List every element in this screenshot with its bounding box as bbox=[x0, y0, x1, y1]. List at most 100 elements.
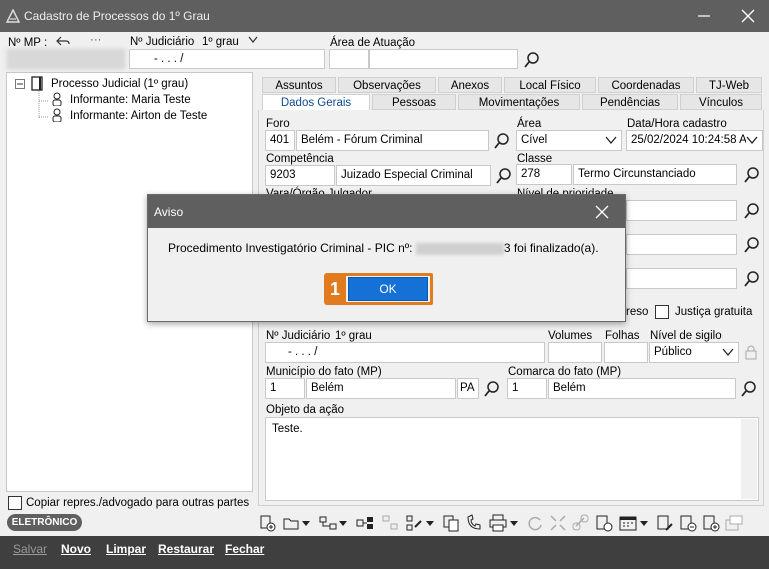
competencia-name-input[interactable]: Juizado Especial Criminal bbox=[336, 165, 491, 186]
document-settings-icon[interactable] bbox=[595, 514, 613, 532]
tab-local-fisico[interactable]: Local Físico bbox=[504, 77, 596, 93]
grau-label: 1º grau bbox=[202, 36, 239, 48]
area-value: Cível bbox=[521, 134, 548, 146]
classe-code-input[interactable]: 278 bbox=[516, 164, 572, 185]
datahora-picker[interactable]: 25/02/2024 10:24:58 AM bbox=[626, 130, 763, 151]
search-icon[interactable] bbox=[493, 132, 511, 150]
app-logo-icon bbox=[6, 9, 20, 23]
folhas-input[interactable] bbox=[604, 342, 648, 363]
tab-coordenadas[interactable]: Coordenadas bbox=[598, 77, 694, 93]
print-icon[interactable] bbox=[489, 514, 507, 532]
classe-name-input[interactable]: Termo Circunstanciado bbox=[573, 164, 737, 185]
area-atuacao-name[interactable] bbox=[369, 49, 518, 69]
mp-number-input[interactable] bbox=[7, 49, 125, 69]
search-icon[interactable] bbox=[483, 380, 501, 398]
search-icon[interactable] bbox=[740, 380, 758, 398]
refresh-icon[interactable] bbox=[526, 514, 544, 532]
tab-vinculos[interactable]: Vínculos bbox=[680, 94, 762, 110]
chevron-down-icon[interactable] bbox=[302, 521, 310, 527]
copy-repres-checkbox[interactable] bbox=[8, 496, 22, 510]
folder-icon[interactable] bbox=[282, 514, 300, 532]
search-icon[interactable] bbox=[523, 51, 541, 69]
tree-root-item[interactable]: Processo Judicial (1º grau) bbox=[51, 78, 188, 90]
document-edit-icon[interactable] bbox=[656, 514, 674, 532]
tab-anexos[interactable]: Anexos bbox=[438, 77, 502, 93]
chevron-down-icon bbox=[746, 134, 758, 146]
search-icon[interactable] bbox=[743, 270, 761, 288]
phone-icon[interactable] bbox=[465, 514, 483, 532]
eletronico-badge: ELETRÔNICO bbox=[7, 514, 82, 531]
undo-icon[interactable] bbox=[56, 35, 70, 47]
tree-child-item[interactable]: Informante: Airton de Teste bbox=[70, 110, 207, 122]
competencia-code-input[interactable]: 9203 bbox=[265, 165, 335, 186]
tab-dados-gerais[interactable]: Dados Gerais bbox=[262, 94, 370, 111]
dialog-close-button[interactable] bbox=[589, 201, 615, 223]
objeto-label: Objeto da ação bbox=[266, 404, 345, 416]
link-icon[interactable] bbox=[356, 514, 374, 532]
minimize-button[interactable] bbox=[689, 4, 719, 28]
close-icon bbox=[741, 9, 755, 23]
mp-more-button[interactable]: ··· bbox=[90, 34, 102, 46]
foro-code-input[interactable]: 401 bbox=[265, 130, 295, 151]
volumes-input[interactable] bbox=[548, 342, 602, 363]
add-document-icon[interactable] bbox=[258, 514, 276, 532]
tab-tj-web[interactable]: TJ-Web bbox=[696, 77, 762, 93]
chevron-down-icon bbox=[605, 136, 617, 145]
unlink-icon[interactable] bbox=[381, 514, 399, 532]
chevron-down-icon[interactable] bbox=[426, 521, 434, 527]
form-judiciario-input[interactable]: - . . . / bbox=[265, 342, 545, 363]
comarca-name-input[interactable]: Belém bbox=[548, 378, 736, 399]
salvar-button[interactable]: Salvar bbox=[13, 542, 47, 556]
expand-icon[interactable] bbox=[549, 514, 567, 532]
transfer-icon[interactable] bbox=[725, 514, 743, 532]
tree-edit-icon[interactable] bbox=[405, 514, 423, 532]
comarca-code-input[interactable]: 1 bbox=[507, 378, 547, 399]
prioridade-input[interactable] bbox=[626, 200, 737, 221]
document-remove-icon[interactable] bbox=[679, 514, 697, 532]
ok-button[interactable]: OK bbox=[348, 277, 428, 301]
foro-name-input[interactable]: Belém - Fórum Criminal bbox=[296, 130, 489, 151]
judiciario-input[interactable]: - . . . / bbox=[129, 49, 325, 69]
sigilo-select[interactable]: Público bbox=[649, 342, 739, 363]
link-chain-icon[interactable] bbox=[572, 514, 590, 532]
search-icon[interactable] bbox=[495, 167, 513, 185]
justica-gratuita-checkbox[interactable] bbox=[655, 305, 669, 319]
tab-observacoes[interactable]: Observações bbox=[338, 77, 436, 93]
area-select[interactable]: Cível bbox=[516, 130, 622, 151]
hidden-field-1[interactable] bbox=[626, 234, 737, 255]
judiciario-label: Nº Judiciário bbox=[130, 36, 195, 48]
municipio-uf-input[interactable]: PA bbox=[457, 378, 479, 399]
tab-assuntos[interactable]: Assuntos bbox=[262, 77, 336, 93]
municipio-name-input[interactable]: Belém bbox=[306, 378, 456, 399]
document-add-icon[interactable] bbox=[702, 514, 720, 532]
search-icon[interactable] bbox=[743, 166, 761, 184]
copy-icon[interactable] bbox=[442, 514, 460, 532]
collapse-icon[interactable] bbox=[15, 79, 25, 89]
limpar-button[interactable]: Limpar bbox=[106, 542, 146, 556]
municipio-code-input[interactable]: 1 bbox=[265, 378, 305, 399]
search-icon[interactable] bbox=[743, 202, 761, 220]
fechar-button[interactable]: Fechar bbox=[225, 542, 264, 556]
tab-pendencias[interactable]: Pendências bbox=[582, 94, 678, 110]
tab-movimentacoes[interactable]: Movimentações bbox=[458, 94, 580, 110]
hidden-field-2[interactable] bbox=[626, 268, 737, 289]
novo-button[interactable]: Novo bbox=[61, 542, 91, 556]
chevron-down-icon[interactable] bbox=[248, 36, 258, 44]
reso-text: reso bbox=[626, 306, 649, 318]
tab-pessoas[interactable]: Pessoas bbox=[372, 94, 456, 110]
objeto-textarea[interactable]: Teste. bbox=[265, 417, 759, 501]
search-icon[interactable] bbox=[743, 236, 761, 254]
chevron-down-icon[interactable] bbox=[339, 521, 347, 527]
lock-icon[interactable] bbox=[744, 344, 758, 360]
objeto-scrollbar[interactable] bbox=[741, 419, 757, 499]
close-window-button[interactable] bbox=[733, 4, 763, 28]
calendar-icon[interactable] bbox=[619, 514, 637, 532]
chevron-down-icon[interactable] bbox=[510, 521, 518, 527]
restaurar-button[interactable]: Restaurar bbox=[158, 542, 214, 556]
redacted-number bbox=[415, 242, 504, 255]
area-atuacao-code[interactable] bbox=[329, 49, 369, 69]
hierarchy-icon[interactable] bbox=[319, 514, 337, 532]
tree-child-item[interactable]: Informante: Maria Teste bbox=[70, 94, 191, 106]
comarca-label: Comarca do fato (MP) bbox=[508, 366, 622, 378]
chevron-down-icon[interactable] bbox=[640, 521, 648, 527]
